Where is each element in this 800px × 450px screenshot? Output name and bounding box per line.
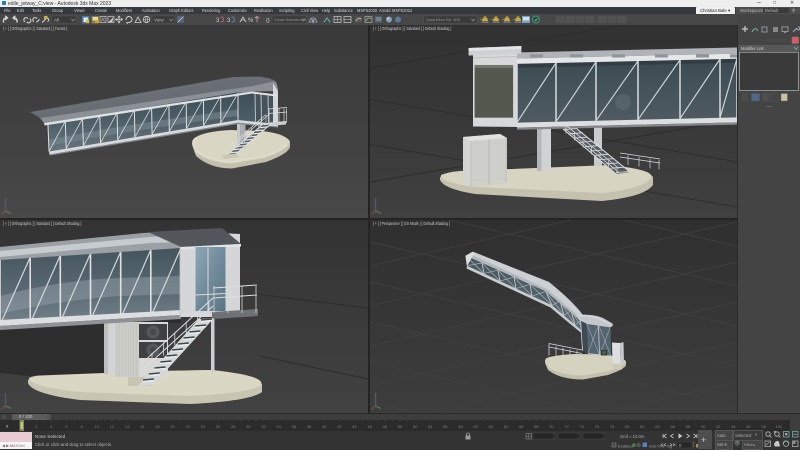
svg-text:54: 54 xyxy=(428,424,433,429)
svg-text:Modifier List: Modifier List xyxy=(741,46,764,51)
svg-text:50: 50 xyxy=(398,424,403,429)
svg-text:88: 88 xyxy=(686,424,691,429)
svg-text:10: 10 xyxy=(95,424,100,429)
svg-text:74: 74 xyxy=(579,424,584,429)
svg-text:%: % xyxy=(248,18,254,24)
svg-text:6: 6 xyxy=(65,424,68,429)
svg-text:20: 20 xyxy=(170,424,175,429)
svg-text:24: 24 xyxy=(201,424,206,429)
svg-text:72: 72 xyxy=(564,424,569,429)
svg-text:2: 2 xyxy=(35,424,38,429)
svg-text:70: 70 xyxy=(549,424,554,429)
svg-text:All: All xyxy=(54,18,59,23)
svg-text:22: 22 xyxy=(185,424,190,429)
svg-text:26: 26 xyxy=(216,424,221,429)
svg-text:90: 90 xyxy=(701,424,706,429)
svg-text:14: 14 xyxy=(125,424,130,429)
svg-text:58: 58 xyxy=(458,424,463,429)
svg-text:52: 52 xyxy=(413,424,418,429)
svg-text:92: 92 xyxy=(716,424,721,429)
svg-text:48: 48 xyxy=(382,424,387,429)
svg-text:96: 96 xyxy=(746,424,751,429)
svg-text:View: View xyxy=(154,18,164,23)
svg-text:84: 84 xyxy=(655,424,660,429)
svg-text:80: 80 xyxy=(625,424,630,429)
svg-text:40: 40 xyxy=(322,424,327,429)
svg-text:64: 64 xyxy=(504,424,509,429)
svg-text:38: 38 xyxy=(307,424,312,429)
svg-text:3: 3 xyxy=(216,18,220,24)
svg-text:66: 66 xyxy=(519,424,524,429)
svg-text:56: 56 xyxy=(443,424,448,429)
svg-text:60: 60 xyxy=(473,424,478,429)
svg-text:82: 82 xyxy=(640,424,645,429)
svg-text:44: 44 xyxy=(352,424,357,429)
svg-text:{}: {} xyxy=(266,18,270,24)
svg-text:8: 8 xyxy=(80,424,83,429)
svg-text:Quad Menu Set: 3DS: Quad Menu Set: 3DS xyxy=(426,18,461,22)
svg-text:16: 16 xyxy=(140,424,145,429)
svg-text:18: 18 xyxy=(155,424,160,429)
svg-text:Grid = 10.0m: Grid = 10.0m xyxy=(620,434,645,439)
svg-text:3: 3 xyxy=(227,18,231,24)
svg-text:12: 12 xyxy=(110,424,115,429)
svg-text:78: 78 xyxy=(610,424,615,429)
svg-text:Create Selection Se: Create Selection Se xyxy=(274,18,306,22)
svg-text:42: 42 xyxy=(337,424,342,429)
svg-text:34: 34 xyxy=(276,424,281,429)
svg-text:0: 0 xyxy=(6,424,9,429)
svg-text:28: 28 xyxy=(231,424,236,429)
svg-text:Add Time Tag: Add Time Tag xyxy=(649,444,672,448)
svg-text:36: 36 xyxy=(292,424,297,429)
svg-text:76: 76 xyxy=(595,424,600,429)
svg-text:86: 86 xyxy=(670,424,675,429)
svg-text:68: 68 xyxy=(534,424,539,429)
svg-text:46: 46 xyxy=(367,424,372,429)
svg-text:4: 4 xyxy=(50,424,53,429)
svg-text:62: 62 xyxy=(489,424,494,429)
svg-text:98: 98 xyxy=(761,424,766,429)
svg-text:30: 30 xyxy=(246,424,251,429)
svg-text:32: 32 xyxy=(261,424,266,429)
svg-text:100: 100 xyxy=(775,424,782,429)
svg-text:Enabled: Enabled xyxy=(618,443,633,448)
svg-text:94: 94 xyxy=(731,424,736,429)
